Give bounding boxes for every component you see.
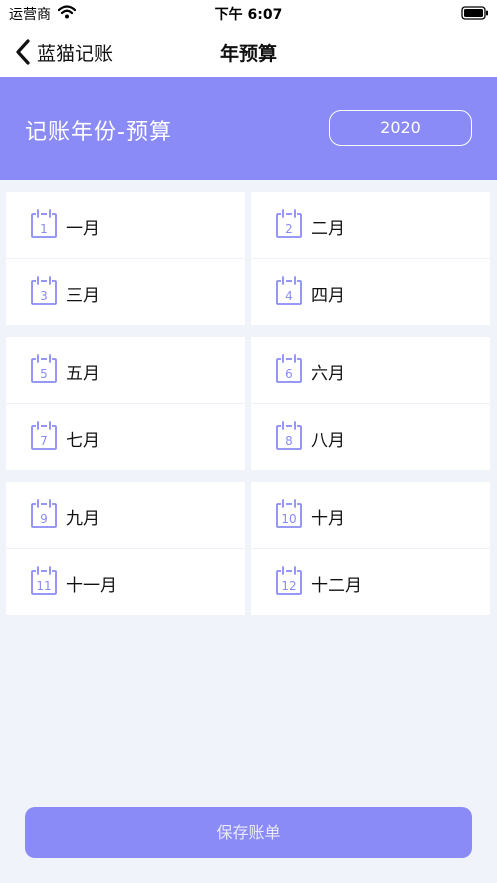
month-item[interactable]: 7 七月 [6, 404, 245, 470]
calendar-icon-number: 11 [36, 579, 51, 593]
month-item[interactable]: 8 八月 [251, 404, 490, 470]
month-label: 七月 [66, 431, 100, 451]
month-item[interactable]: 6 六月 [251, 337, 490, 403]
month-label: 六月 [311, 364, 345, 384]
calendar-icon: 5 [30, 354, 58, 388]
month-label: 十月 [311, 509, 345, 529]
calendar-icon-number: 2 [285, 222, 293, 236]
month-item[interactable]: 12 十二月 [251, 549, 490, 615]
month-grid: 1 一月 2 二月 3 三月 4 四月 5 五月 6 六月 7 七月 8 八月 9 九月 10 十月 11 十一月 12 十二… [6, 192, 491, 627]
month-item[interactable]: 5 五月 [6, 337, 245, 403]
month-label: 一月 [66, 219, 100, 239]
month-item[interactable]: 4 四月 [251, 259, 490, 325]
calendar-icon: 6 [275, 354, 303, 388]
calendar-icon-number: 12 [281, 579, 296, 593]
month-label: 四月 [311, 286, 345, 306]
status-time: 下午 6:07 [214, 7, 283, 23]
month-group: 5 五月 6 六月 7 七月 8 八月 [6, 337, 491, 470]
calendar-icon-number: 6 [285, 367, 293, 381]
year-budget-banner: 记账年份-预算 2020 [0, 77, 497, 180]
calendar-icon: 11 [30, 566, 58, 600]
calendar-icon-number: 9 [40, 512, 48, 526]
month-label: 十二月 [311, 576, 362, 596]
calendar-icon-number: 7 [40, 434, 48, 448]
month-item[interactable]: 10 十月 [251, 482, 490, 548]
calendar-icon: 3 [30, 276, 58, 310]
month-label: 二月 [311, 219, 345, 239]
page-title: 年预算 [219, 43, 277, 65]
month-label: 三月 [66, 286, 100, 306]
banner-title: 记账年份-预算 [25, 120, 172, 145]
calendar-icon: 2 [275, 209, 303, 243]
calendar-icon-number: 8 [285, 434, 293, 448]
save-bill-button[interactable]: 保存账单 [25, 807, 472, 858]
month-item[interactable]: 2 二月 [251, 192, 490, 258]
calendar-icon-number: 10 [281, 512, 296, 526]
calendar-icon-number: 4 [285, 289, 293, 303]
calendar-icon: 7 [30, 421, 58, 455]
status-bar: 运营商 下午 6:07 [0, 0, 497, 26]
calendar-icon-number: 1 [40, 222, 48, 236]
calendar-icon: 4 [275, 276, 303, 310]
month-label: 十一月 [66, 576, 117, 596]
calendar-icon-number: 5 [40, 367, 48, 381]
calendar-icon: 1 [30, 209, 58, 243]
month-label: 九月 [66, 509, 100, 529]
month-label: 五月 [66, 364, 100, 384]
calendar-icon: 9 [30, 499, 58, 533]
calendar-icon: 8 [275, 421, 303, 455]
year-selector-button[interactable]: 2020 [329, 110, 472, 146]
month-label: 八月 [311, 431, 345, 451]
battery-icon [461, 5, 489, 24]
month-item[interactable]: 1 一月 [6, 192, 245, 258]
navigation-bar: 蓝猫记账 年预算 [0, 26, 497, 77]
month-group: 1 一月 2 二月 3 三月 4 四月 [6, 192, 491, 325]
calendar-icon-number: 3 [40, 289, 48, 303]
month-item[interactable]: 9 九月 [6, 482, 245, 548]
month-group: 9 九月 10 十月 11 十一月 12 十二月 [6, 482, 491, 615]
month-item[interactable]: 11 十一月 [6, 549, 245, 615]
month-item[interactable]: 3 三月 [6, 259, 245, 325]
calendar-icon: 12 [275, 566, 303, 600]
calendar-icon: 10 [275, 499, 303, 533]
